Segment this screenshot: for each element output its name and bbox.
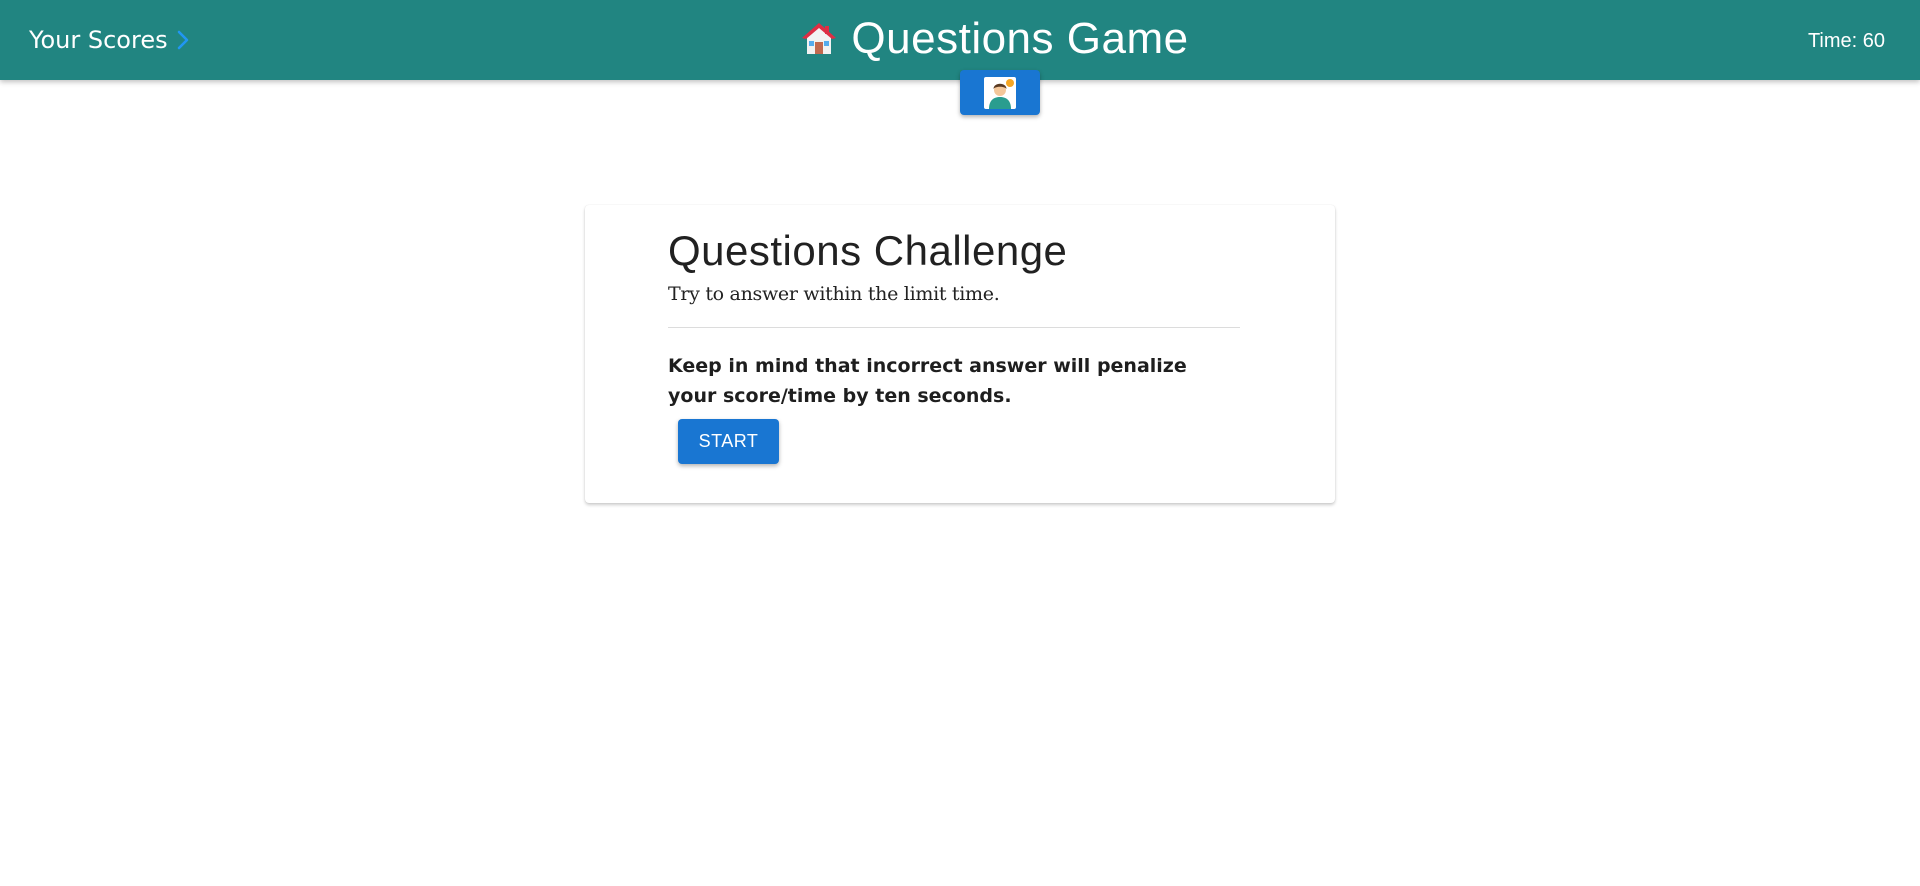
- start-button[interactable]: START: [678, 419, 779, 464]
- app-title-group: Questions Game: [801, 14, 1188, 64]
- app-title: Questions Game: [851, 14, 1189, 63]
- user-avatar-icon: [984, 76, 1016, 109]
- top-app-bar: Your Scores Questions Game Time: 60: [0, 0, 1920, 80]
- card-title: Questions Challenge: [668, 227, 1068, 274]
- penalty-warning: Keep in mind that incorrect answer will …: [668, 355, 1187, 407]
- timer-display: Time: 60: [1807, 30, 1885, 52]
- profile-button[interactable]: [960, 70, 1040, 115]
- card-subtitle: Try to answer within the limit time.: [668, 283, 1000, 305]
- challenge-card: Questions Challenge Try to answer within…: [585, 205, 1335, 503]
- chevron-right-icon: [177, 30, 188, 50]
- divider: [668, 327, 1240, 328]
- your-scores-label: Your Scores: [29, 26, 168, 54]
- your-scores-link[interactable]: Your Scores: [29, 26, 190, 54]
- house-icon: [802, 23, 837, 54]
